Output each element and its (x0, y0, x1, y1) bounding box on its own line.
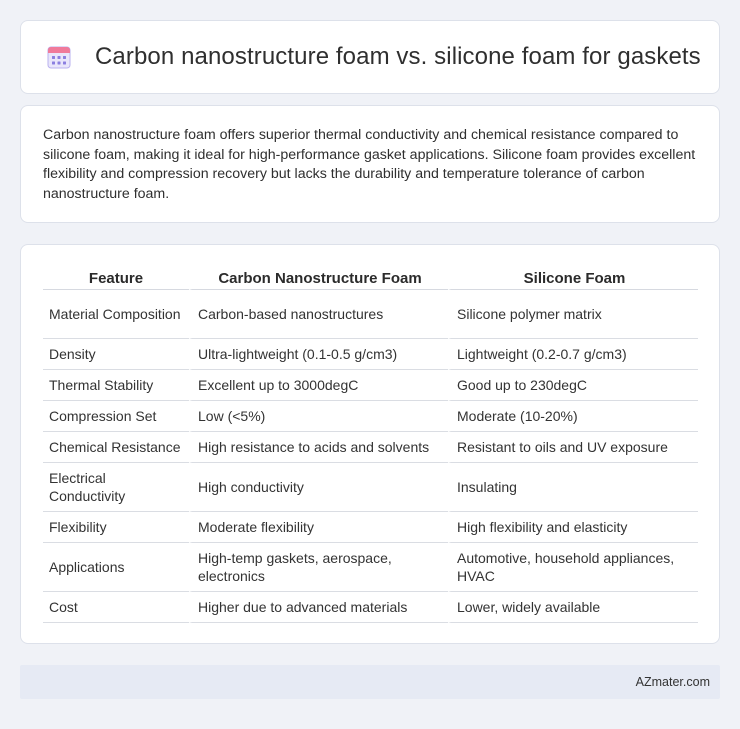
feature-cell: Compression Set (43, 401, 189, 432)
table-row: Material Composition Carbon-based nanost… (43, 290, 698, 339)
silicone-cell: Lower, widely available (448, 592, 698, 623)
calendar-icon (47, 46, 71, 69)
table-row: Flexibility Moderate flexibility High fl… (43, 512, 698, 543)
table-row: Cost Higher due to advanced materials Lo… (43, 592, 698, 623)
summary-paragraph: Carbon nanostructure foam offers superio… (43, 127, 696, 202)
carbon-cell: Ultra-lightweight (0.1-0.5 g/cm3) (189, 339, 448, 370)
header-feature: Feature (43, 263, 189, 290)
summary-card: Carbon nanostructure foam offers superio… (20, 105, 720, 223)
title-row: Carbon nanostructure foam vs. silicone f… (21, 21, 719, 93)
feature-cell: Chemical Resistance (43, 432, 189, 463)
title-card: Carbon nanostructure foam vs. silicone f… (20, 20, 720, 94)
silicone-cell: Insulating (448, 463, 698, 512)
page-title: Carbon nanostructure foam vs. silicone f… (95, 43, 701, 70)
carbon-cell: Moderate flexibility (189, 512, 448, 543)
silicone-cell: High flexibility and elasticity (448, 512, 698, 543)
feature-cell: Thermal Stability (43, 370, 189, 401)
table-row: Thermal Stability Excellent up to 3000de… (43, 370, 698, 401)
silicone-cell: Automotive, household appliances, HVAC (448, 543, 698, 592)
table-header-row: Feature Carbon Nanostructure Foam Silico… (43, 263, 698, 290)
carbon-cell: Excellent up to 3000degC (189, 370, 448, 401)
silicone-cell: Good up to 230degC (448, 370, 698, 401)
feature-cell: Material Composition (43, 290, 189, 339)
silicone-cell: Resistant to oils and UV exposure (448, 432, 698, 463)
carbon-cell: Low (<5%) (189, 401, 448, 432)
header-carbon-foam: Carbon Nanostructure Foam (189, 263, 448, 290)
table-row: Chemical Resistance High resistance to a… (43, 432, 698, 463)
carbon-cell: High conductivity (189, 463, 448, 512)
silicone-cell: Moderate (10-20%) (448, 401, 698, 432)
comparison-table-card: Feature Carbon Nanostructure Foam Silico… (20, 244, 720, 644)
feature-cell: Flexibility (43, 512, 189, 543)
header-silicone-foam: Silicone Foam (448, 263, 698, 290)
comparison-table: Feature Carbon Nanostructure Foam Silico… (43, 263, 698, 623)
feature-cell: Applications (43, 543, 189, 592)
feature-cell: Density (43, 339, 189, 370)
feature-cell: Cost (43, 592, 189, 623)
carbon-cell: High resistance to acids and solvents (189, 432, 448, 463)
table-row: Electrical Conductivity High conductivit… (43, 463, 698, 512)
table-row: Compression Set Low (<5%) Moderate (10-2… (43, 401, 698, 432)
footer-bar: AZmater.com (20, 665, 720, 699)
table-row: Density Ultra-lightweight (0.1-0.5 g/cm3… (43, 339, 698, 370)
feature-cell: Electrical Conductivity (43, 463, 189, 512)
silicone-cell: Silicone polymer matrix (448, 290, 698, 339)
site-credit: AZmater.com (635, 675, 710, 689)
table-row: Applications High-temp gaskets, aerospac… (43, 543, 698, 592)
carbon-cell: High-temp gaskets, aerospace, electronic… (189, 543, 448, 592)
carbon-cell: Carbon-based nanostructures (189, 290, 448, 339)
silicone-cell: Lightweight (0.2-0.7 g/cm3) (448, 339, 698, 370)
carbon-cell: Higher due to advanced materials (189, 592, 448, 623)
